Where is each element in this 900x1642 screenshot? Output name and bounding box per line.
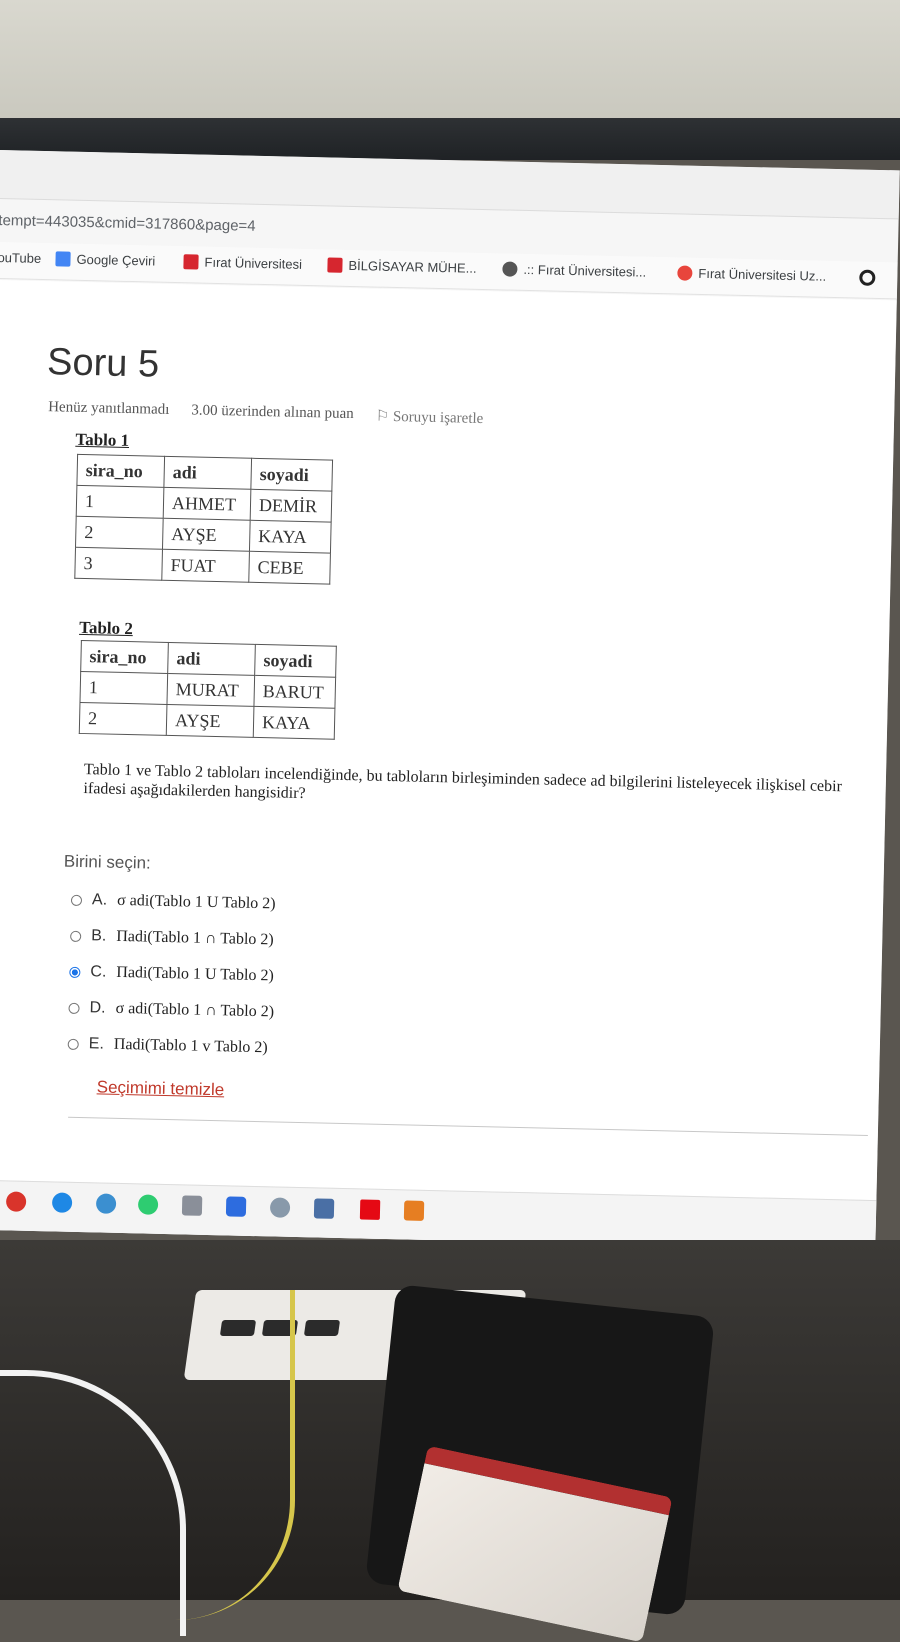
table-cell: CEBE — [248, 551, 331, 585]
option-letter: E. — [88, 1035, 105, 1053]
google-translate-icon — [55, 251, 71, 267]
table-header: soyadi — [254, 644, 337, 678]
answer-options: A. σ adi(Tablo 1 U Tablo 2) B. Πadi(Tabl… — [67, 882, 277, 1067]
option-a[interactable]: A. σ adi(Tablo 1 U Tablo 2) — [70, 882, 277, 923]
table-cell: AYŞE — [162, 518, 251, 552]
red-circle-icon — [677, 265, 693, 281]
table-cell: 1 — [79, 671, 168, 705]
table-row: 3 FUAT CEBE — [74, 547, 331, 585]
keyboard-key — [303, 1320, 341, 1336]
table-cell: FUAT — [161, 549, 250, 583]
table-cell: 2 — [75, 516, 164, 550]
table-row: 2 AYŞE KAYA — [79, 702, 335, 740]
bookmark-firat-portal[interactable]: .:: Fırat Üniversitesi... — [502, 261, 647, 280]
table-header: adi — [163, 456, 252, 490]
network-icon[interactable] — [269, 1197, 291, 1218]
bookmark-label: Google Çeviri — [76, 251, 156, 269]
bookmark-label: Fırat Üniversitesi — [204, 254, 303, 272]
question-status: Henüz yanıtlanmadı — [47, 399, 170, 418]
flag-label: Soruyu işaretle — [392, 408, 484, 428]
radio-option-a[interactable] — [70, 894, 83, 906]
bookmark-label: Fırat Üniversitesi Uz... — [698, 265, 827, 284]
radio-option-c[interactable] — [69, 966, 81, 978]
flag-question-button[interactable]: ⚐ Soruyu işaretle — [376, 407, 484, 428]
table2-caption: Tablo 2 — [78, 617, 134, 639]
question-title: Soru 5 — [46, 341, 160, 386]
option-d[interactable]: D. σ adi(Tablo 1 ∩ Tablo 2) — [68, 990, 274, 1031]
address-bar-url[interactable]: tempt=443035&cmid=317860&page=4 — [0, 212, 256, 235]
option-e[interactable]: E. Πadi(Tablo 1 v Tablo 2) — [67, 1026, 273, 1067]
option-text: σ adi(Tablo 1 U Tablo 2) — [116, 891, 276, 913]
bookmark-google-translate[interactable]: Google Çeviri — [55, 251, 156, 269]
monitor-screen: tempt=443035&cmid=317860&page=4 ouTube G… — [0, 150, 900, 1251]
question-info: Henüz yanıtlanmadı 3.00 üzerinden alınan… — [48, 399, 484, 428]
option-b[interactable]: B. Πadi(Tablo 1 ∩ Tablo 2) — [70, 918, 276, 959]
firat-logo-icon — [327, 257, 343, 273]
bookmark-label: ouTube — [0, 249, 42, 266]
browser-top-bar — [0, 150, 900, 220]
question-grade: 3.00 üzerinden alınan puan — [191, 402, 354, 423]
clear-selection-link[interactable]: Seçimimi temizle — [97, 1077, 225, 1100]
table-cell: AHMET — [163, 487, 251, 521]
github-icon — [859, 269, 876, 286]
table-cell: DEMİR — [250, 489, 332, 523]
zoom-icon[interactable] — [225, 1196, 247, 1217]
divider — [68, 1116, 868, 1136]
option-letter: C. — [90, 963, 107, 981]
option-letter: D. — [89, 999, 106, 1017]
question-text: Tablo 1 ve Tablo 2 tabloları incelendiği… — [83, 761, 843, 803]
bookmark-label: BİLGİSAYAR MÜHE... — [348, 257, 477, 276]
option-text: Πadi(Tablo 1 ∩ Tablo 2) — [116, 927, 274, 949]
background-wall — [0, 0, 900, 130]
opera-icon[interactable] — [5, 1191, 27, 1212]
table1-caption: Tablo 1 — [75, 429, 130, 451]
edge-icon[interactable] — [51, 1192, 73, 1213]
table-cell: 1 — [76, 485, 164, 519]
xampp-icon[interactable] — [403, 1200, 425, 1221]
bookmark-firat-uzaktan[interactable]: Fırat Üniversitesi Uz... — [677, 265, 827, 284]
table-header: sira_no — [80, 640, 169, 674]
bookmark-firat[interactable]: Fırat Üniversitesi — [183, 254, 302, 272]
choose-label: Birini seçin: — [63, 851, 151, 873]
firat-logo-icon — [183, 254, 199, 270]
telegram-icon[interactable] — [95, 1193, 117, 1214]
globe-icon — [502, 261, 518, 277]
option-letter: B. — [91, 927, 107, 945]
table-header: soyadi — [250, 458, 333, 492]
option-text: Πadi(Tablo 1 U Tablo 2) — [116, 963, 274, 985]
table-cell: MURAT — [166, 673, 255, 707]
flag-icon: ⚐ — [375, 408, 390, 425]
bookmark-youtube[interactable]: ouTube — [0, 250, 41, 266]
radio-option-d[interactable] — [68, 1002, 80, 1014]
option-text: σ adi(Tablo 1 ∩ Tablo 2) — [115, 999, 275, 1021]
table-cell: 2 — [79, 702, 167, 736]
table-cell: BARUT — [253, 675, 336, 709]
option-text: Πadi(Tablo 1 v Tablo 2) — [113, 1035, 268, 1057]
table2: sira_no adi soyadi 1 MURAT BARUT 2 AYŞE … — [79, 640, 337, 740]
radio-option-b[interactable] — [70, 930, 82, 942]
table-cell: KAYA — [249, 520, 332, 554]
quiz-page: Soru 5 Henüz yanıtlanmadı 3.00 üzerinden… — [0, 279, 897, 1251]
table-cell: KAYA — [253, 706, 335, 740]
table-cell: AYŞE — [166, 704, 254, 738]
table-cell: 3 — [74, 547, 163, 581]
bookmark-bilgisayar[interactable]: BİLGİSAYAR MÜHE... — [327, 257, 477, 276]
bookmark-label: .:: Fırat Üniversitesi... — [523, 261, 647, 280]
bookmark-github[interactable] — [859, 269, 876, 286]
steam-icon[interactable] — [313, 1198, 335, 1219]
netflix-icon[interactable] — [359, 1199, 381, 1220]
option-c[interactable]: C. Πadi(Tablo 1 U Tablo 2) — [69, 954, 275, 995]
app-icon[interactable] — [181, 1195, 203, 1216]
radio-option-e[interactable] — [67, 1038, 79, 1050]
table-header: adi — [167, 642, 256, 676]
table-header: sira_no — [76, 454, 165, 488]
whatsapp-icon[interactable] — [137, 1194, 159, 1215]
table1: sira_no adi soyadi 1 AHMET DEMİR 2 AYŞE … — [74, 454, 333, 585]
option-letter: A. — [91, 891, 108, 909]
